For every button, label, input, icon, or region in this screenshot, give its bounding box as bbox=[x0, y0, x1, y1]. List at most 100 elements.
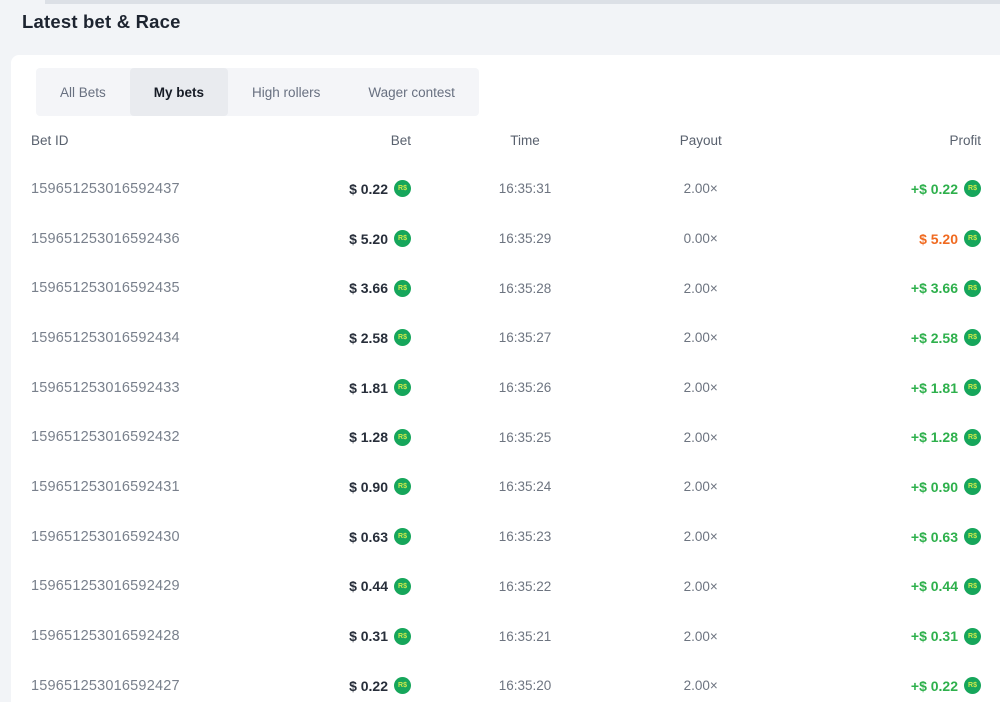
brl-coin-icon: R$ bbox=[964, 329, 981, 346]
bet-amount-value: $ 3.66 bbox=[349, 280, 388, 296]
profit-value: +$ 0.63 bbox=[911, 529, 958, 545]
bet-id-value: 159651253016592429 bbox=[31, 578, 259, 594]
payout-multiplier-value: 2.00× bbox=[639, 281, 763, 296]
brl-coin-icon: R$ bbox=[394, 578, 411, 595]
bet-amount-value: $ 0.63 bbox=[349, 529, 388, 545]
bet-time-value: 16:35:29 bbox=[411, 231, 639, 246]
bet-id-value: 159651253016592428 bbox=[31, 628, 259, 644]
brl-coin-icon: R$ bbox=[964, 478, 981, 495]
table-body: 159651253016592437 $ 0.22 R$ 16:35:31 2.… bbox=[31, 164, 981, 702]
bet-id-value: 159651253016592433 bbox=[31, 380, 259, 396]
bet-id-value: 159651253016592437 bbox=[31, 181, 259, 197]
brl-coin-icon: R$ bbox=[964, 379, 981, 396]
bet-amount-value: $ 1.81 bbox=[349, 380, 388, 396]
bet-amount-value: $ 0.44 bbox=[349, 578, 388, 594]
profit-value: +$ 1.81 bbox=[911, 380, 958, 396]
bet-id-value: 159651253016592430 bbox=[31, 529, 259, 545]
profit-value: +$ 2.58 bbox=[911, 330, 958, 346]
brl-coin-icon: R$ bbox=[394, 180, 411, 197]
bet-time-value: 16:35:22 bbox=[411, 579, 639, 594]
table-row: 159651253016592437 $ 0.22 R$ 16:35:31 2.… bbox=[31, 164, 981, 214]
payout-multiplier-value: 0.00× bbox=[639, 231, 763, 246]
tab-my-bets[interactable]: My bets bbox=[130, 68, 228, 116]
tab-wager-contest[interactable]: Wager contest bbox=[344, 68, 479, 116]
bet-time-value: 16:35:24 bbox=[411, 479, 639, 494]
bet-time-value: 16:35:26 bbox=[411, 380, 639, 395]
table-row: 159651253016592435 $ 3.66 R$ 16:35:28 2.… bbox=[31, 263, 981, 313]
bet-time-value: 16:35:27 bbox=[411, 330, 639, 345]
bet-amount-value: $ 5.20 bbox=[349, 231, 388, 247]
brl-coin-icon: R$ bbox=[964, 180, 981, 197]
brl-coin-icon: R$ bbox=[394, 628, 411, 645]
tab-all-bets[interactable]: All Bets bbox=[36, 68, 130, 116]
profit-value: +$ 0.44 bbox=[911, 578, 958, 594]
bet-time-value: 16:35:20 bbox=[411, 678, 639, 693]
bet-id-value: 159651253016592434 bbox=[31, 330, 259, 346]
bets-table: Bet ID Bet Time Payout Profit 1596512530… bbox=[31, 116, 981, 702]
bet-time-value: 16:35:25 bbox=[411, 430, 639, 445]
table-row: 159651253016592433 $ 1.81 R$ 16:35:26 2.… bbox=[31, 363, 981, 413]
profit-value: +$ 0.22 bbox=[911, 181, 958, 197]
column-header-profit: Profit bbox=[763, 133, 982, 148]
bet-amount-value: $ 2.58 bbox=[349, 330, 388, 346]
bet-amount-value: $ 0.22 bbox=[349, 181, 388, 197]
column-header-time: Time bbox=[411, 133, 639, 148]
table-row: 159651253016592432 $ 1.28 R$ 16:35:25 2.… bbox=[31, 412, 981, 462]
page-title: Latest bet & Race bbox=[22, 11, 181, 33]
brl-coin-icon: R$ bbox=[964, 677, 981, 694]
profit-value: +$ 0.90 bbox=[911, 479, 958, 495]
bet-id-value: 159651253016592432 bbox=[31, 429, 259, 445]
profit-value: +$ 1.28 bbox=[911, 429, 958, 445]
brl-coin-icon: R$ bbox=[394, 429, 411, 446]
table-row: 159651253016592427 $ 0.22 R$ 16:35:20 2.… bbox=[31, 661, 981, 702]
payout-multiplier-value: 2.00× bbox=[639, 678, 763, 693]
table-row: 159651253016592429 $ 0.44 R$ 16:35:22 2.… bbox=[31, 562, 981, 612]
bet-amount-value: $ 1.28 bbox=[349, 429, 388, 445]
brl-coin-icon: R$ bbox=[394, 528, 411, 545]
bet-amount-value: $ 0.31 bbox=[349, 628, 388, 644]
bet-tabs: All BetsMy betsHigh rollersWager contest bbox=[36, 68, 479, 116]
brl-coin-icon: R$ bbox=[964, 628, 981, 645]
column-header-payout: Payout bbox=[639, 133, 763, 148]
bet-id-value: 159651253016592431 bbox=[31, 479, 259, 495]
table-header-row: Bet ID Bet Time Payout Profit bbox=[31, 116, 981, 164]
payout-multiplier-value: 2.00× bbox=[639, 579, 763, 594]
brl-coin-icon: R$ bbox=[964, 578, 981, 595]
profit-value: +$ 3.66 bbox=[911, 280, 958, 296]
table-row: 159651253016592428 $ 0.31 R$ 16:35:21 2.… bbox=[31, 611, 981, 661]
payout-multiplier-value: 2.00× bbox=[639, 380, 763, 395]
table-row: 159651253016592436 $ 5.20 R$ 16:35:29 0.… bbox=[31, 214, 981, 264]
table-row: 159651253016592434 $ 2.58 R$ 16:35:27 2.… bbox=[31, 313, 981, 363]
bet-amount-value: $ 0.22 bbox=[349, 678, 388, 694]
payout-multiplier-value: 2.00× bbox=[639, 430, 763, 445]
column-header-bet-id: Bet ID bbox=[31, 133, 259, 148]
brl-coin-icon: R$ bbox=[394, 329, 411, 346]
bet-amount-value: $ 0.90 bbox=[349, 479, 388, 495]
brl-coin-icon: R$ bbox=[394, 280, 411, 297]
bet-time-value: 16:35:31 bbox=[411, 181, 639, 196]
latest-bets-card: All BetsMy betsHigh rollersWager contest… bbox=[11, 55, 1000, 702]
profit-value: +$ 0.31 bbox=[911, 628, 958, 644]
table-row: 159651253016592430 $ 0.63 R$ 16:35:23 2.… bbox=[31, 512, 981, 562]
brl-coin-icon: R$ bbox=[964, 280, 981, 297]
payout-multiplier-value: 2.00× bbox=[639, 330, 763, 345]
payout-multiplier-value: 2.00× bbox=[639, 529, 763, 544]
top-divider bbox=[45, 0, 1000, 4]
brl-coin-icon: R$ bbox=[964, 528, 981, 545]
brl-coin-icon: R$ bbox=[394, 677, 411, 694]
brl-coin-icon: R$ bbox=[394, 379, 411, 396]
profit-value: $ 5.20 bbox=[919, 231, 958, 247]
profit-value: +$ 0.22 bbox=[911, 678, 958, 694]
tab-high-rollers[interactable]: High rollers bbox=[228, 68, 344, 116]
bet-time-value: 16:35:23 bbox=[411, 529, 639, 544]
table-row: 159651253016592431 $ 0.90 R$ 16:35:24 2.… bbox=[31, 462, 981, 512]
payout-multiplier-value: 2.00× bbox=[639, 479, 763, 494]
payout-multiplier-value: 2.00× bbox=[639, 629, 763, 644]
brl-coin-icon: R$ bbox=[394, 478, 411, 495]
bet-id-value: 159651253016592436 bbox=[31, 231, 259, 247]
brl-coin-icon: R$ bbox=[964, 429, 981, 446]
bet-id-value: 159651253016592427 bbox=[31, 678, 259, 694]
bet-time-value: 16:35:21 bbox=[411, 629, 639, 644]
column-header-bet: Bet bbox=[259, 133, 411, 148]
bet-time-value: 16:35:28 bbox=[411, 281, 639, 296]
